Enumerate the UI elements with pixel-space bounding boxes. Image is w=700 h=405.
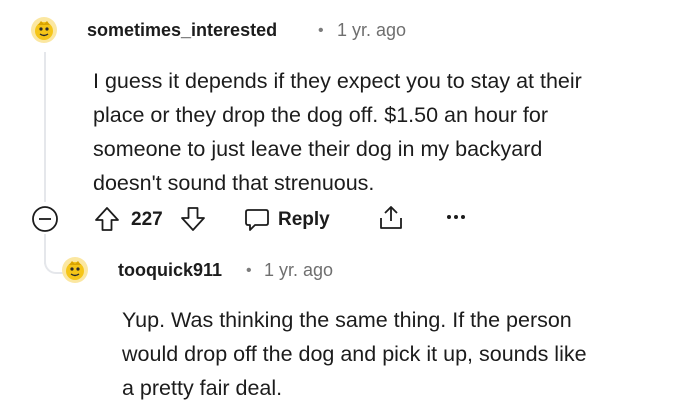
avatar[interactable] [62, 257, 88, 283]
reply-timestamp[interactable]: 1 yr. ago [264, 260, 333, 281]
meta-separator: • [318, 22, 324, 39]
comment-line: someone to just leave their dog in my ba… [93, 137, 543, 161]
share-icon[interactable] [377, 204, 405, 232]
meta-separator: • [246, 262, 252, 279]
more-icon[interactable] [446, 212, 466, 222]
collapse-icon[interactable] [31, 205, 59, 233]
comment-body: I guess it depends if they expect you to… [93, 64, 582, 200]
reply-line: Yup. Was thinking the same thing. If the… [122, 308, 572, 332]
vote-count: 227 [131, 209, 163, 230]
thread-line-main[interactable] [44, 52, 46, 202]
reply-body: Yup. Was thinking the same thing. If the… [122, 303, 587, 405]
reply-username[interactable]: tooquick911 [118, 260, 222, 281]
reply-icon [245, 209, 269, 231]
reply-line: would drop off the dog and pick it up, s… [122, 342, 587, 366]
reply-label: Reply [278, 209, 330, 230]
downvote-icon[interactable] [180, 206, 206, 232]
reply-button[interactable]: Reply [238, 202, 338, 238]
comment-timestamp[interactable]: 1 yr. ago [337, 20, 406, 41]
thread-branch-curve [44, 262, 64, 274]
comment-line: doesn't sound that strenuous. [93, 171, 375, 195]
comment-line: place or they drop the dog off. $1.50 an… [93, 103, 549, 127]
comment-line: I guess it depends if they expect you to… [93, 69, 582, 93]
comment-username[interactable]: sometimes_interested [87, 20, 277, 41]
reply-line: a pretty fair deal. [122, 376, 283, 400]
avatar[interactable] [31, 17, 57, 43]
thread-line-main-lower[interactable] [44, 234, 46, 264]
upvote-icon[interactable] [94, 206, 120, 232]
